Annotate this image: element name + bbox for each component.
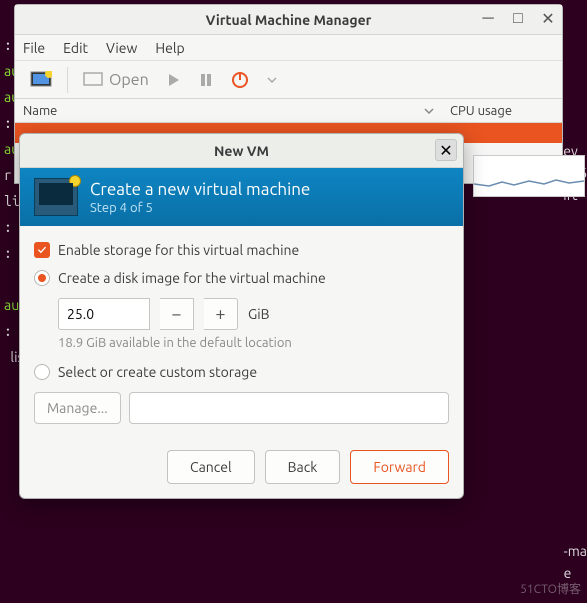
dialog-close-button[interactable]: ✕ (435, 139, 457, 161)
chevron-down-icon (424, 108, 434, 114)
menu-edit[interactable]: Edit (63, 40, 88, 56)
power-icon (231, 71, 249, 89)
cancel-button[interactable]: Cancel (167, 450, 255, 484)
dialog-header: Create a new virtual machine Step 4 of 5 (20, 168, 463, 226)
storage-path-input[interactable] (129, 392, 449, 424)
create-disk-label: Create a disk image for the virtual mach… (58, 270, 326, 286)
menu-file[interactable]: File (23, 40, 45, 56)
size-unit-label: GiB (248, 306, 270, 322)
custom-storage-label: Select or create custom storage (58, 364, 257, 380)
monitor-new-icon (30, 71, 52, 89)
pause-icon (199, 73, 213, 87)
menu-help[interactable]: Help (155, 40, 184, 56)
power-button[interactable] (224, 66, 256, 94)
play-icon (167, 73, 181, 87)
enable-storage-checkbox[interactable] (34, 242, 50, 258)
new-vm-dialog: New VM ✕ Create a new virtual machine St… (19, 133, 464, 499)
maximize-button[interactable]: □ (510, 10, 526, 26)
dialog-heading: Create a new virtual machine (90, 180, 310, 199)
create-disk-radio[interactable] (34, 270, 50, 286)
dialog-footer: Cancel Back Forward (20, 436, 463, 498)
open-button[interactable]: Open (76, 66, 156, 94)
increase-button[interactable]: + (204, 298, 238, 330)
minimize-button[interactable]: ─ (480, 10, 496, 26)
chevron-down-icon (267, 77, 277, 83)
menu-view[interactable]: View (106, 40, 137, 56)
manage-button[interactable]: Manage... (34, 392, 121, 424)
monitor-icon (83, 72, 103, 88)
available-space-hint: 18.9 GiB available in the default locati… (58, 336, 449, 350)
dialog-titlebar: New VM ✕ (20, 134, 463, 168)
enable-storage-label: Enable storage for this virtual machine (58, 242, 299, 258)
cpu-usage-graph (473, 155, 585, 197)
pause-button[interactable] (192, 68, 220, 92)
toolbar: Open (15, 61, 562, 99)
power-menu-button[interactable] (260, 72, 284, 88)
vm-wizard-icon (34, 178, 78, 216)
disk-size-input[interactable] (58, 298, 150, 330)
step-indicator: Step 4 of 5 (90, 201, 310, 215)
decrease-button[interactable]: − (160, 298, 194, 330)
list-header: Name CPU usage (15, 99, 562, 123)
close-button[interactable]: ✕ (540, 10, 556, 26)
terminal-side-text-2: -ma e (564, 540, 587, 584)
back-button[interactable]: Back (265, 450, 341, 484)
watermark: 51CTO博客 (520, 580, 581, 597)
window-title: Virtual Machine Manager (206, 12, 372, 28)
custom-storage-radio[interactable] (34, 364, 50, 380)
titlebar: Virtual Machine Manager ─ □ ✕ (15, 5, 562, 35)
column-cpu[interactable]: CPU usage (442, 104, 562, 118)
menubar: File Edit View Help (15, 35, 562, 61)
play-button[interactable] (160, 68, 188, 92)
new-vm-button[interactable] (23, 66, 59, 94)
dialog-title: New VM (214, 143, 269, 159)
forward-button[interactable]: Forward (350, 450, 449, 484)
column-name[interactable]: Name (23, 104, 57, 118)
